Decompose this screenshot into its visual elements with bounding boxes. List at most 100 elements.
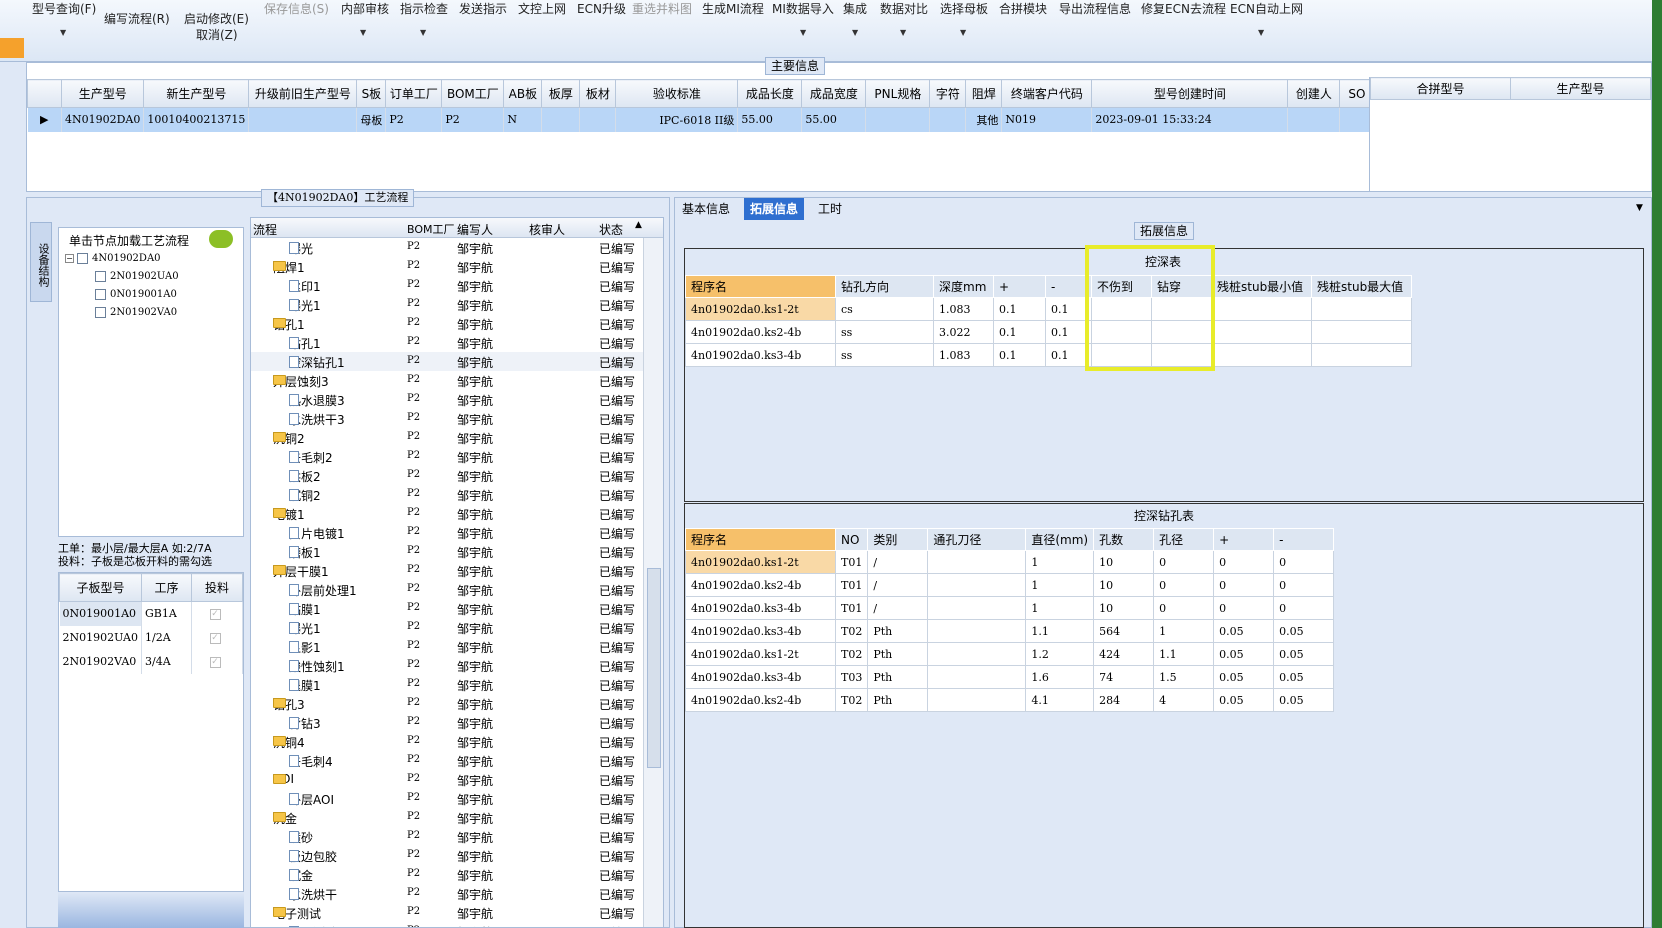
cell[interactable]: T01 <box>834 550 869 574</box>
col-header[interactable]: S板 <box>356 79 387 108</box>
cell[interactable]: Pth <box>867 665 929 689</box>
chevron-down-icon[interactable]: ▼ <box>1258 28 1264 37</box>
checkbox[interactable]: ✓ <box>191 601 243 626</box>
cell[interactable]: 4n01902da0.ks1-2t <box>685 297 836 321</box>
table-row[interactable]: 2N01902VA0 3/4A ✓ <box>59 649 243 674</box>
process-row[interactable]: 电子测试P2邹宇航已编写 <box>251 922 663 927</box>
col-header[interactable]: 工序 <box>141 573 192 602</box>
process-row[interactable]: 退膜1 P2 邹宇航 已编写 <box>251 675 663 694</box>
cell[interactable]: T02 <box>834 642 869 666</box>
process-row[interactable]: 钻孔1 P2 邹宇航 已编写 <box>251 333 663 352</box>
reselect-map-button[interactable]: 重选并料图 <box>632 0 692 17</box>
cell[interactable]: 2N01902VA0 <box>59 649 142 674</box>
process-row[interactable]: 贴膜1 P2 邹宇航 已编写 <box>251 599 663 618</box>
process-row[interactable]: −阻焊1 P2 邹宇航 已编写 <box>251 257 663 276</box>
process-row[interactable]: 丝印1 P2 邹宇航 已编写 <box>251 276 663 295</box>
col-header[interactable]: - <box>1045 275 1092 298</box>
chevron-down-icon[interactable]: ▼ <box>60 28 66 37</box>
cell[interactable] <box>1311 320 1412 344</box>
chevron-down-icon[interactable]: ▼ <box>360 28 366 37</box>
process-row[interactable]: 水洗烘干 P2 邹宇航 已编写 <box>251 884 663 903</box>
col-header[interactable]: 创建人 <box>1287 79 1341 108</box>
col-header[interactable]: 通孔刀径 <box>927 528 1027 551</box>
cell[interactable]: 0.05 <box>1213 665 1275 689</box>
table-row[interactable]: 4n01902da0.ks2-4b ss 3.022 0.1 0.1 <box>685 320 1412 344</box>
cell[interactable]: 0.1 <box>993 343 1046 367</box>
process-row[interactable]: 去毛刺4 P2 邹宇航 已编写 <box>251 751 663 770</box>
cell[interactable]: 其他 <box>965 107 1003 132</box>
checkbox[interactable] <box>95 289 106 300</box>
cell[interactable]: 1.083 <box>933 297 994 321</box>
checkbox[interactable] <box>95 307 106 318</box>
cell[interactable]: 0 <box>1273 573 1335 597</box>
cell[interactable]: 1 <box>1025 596 1095 620</box>
tab-basic-info[interactable]: 基本信息 <box>676 198 736 220</box>
integrate-button[interactable]: 集成 <box>843 0 867 17</box>
col-header[interactable]: 新生产型号 <box>143 79 250 108</box>
cell[interactable] <box>929 107 967 132</box>
col-header[interactable]: 成品宽度 <box>801 79 867 108</box>
model-query-button[interactable]: 型号查询(F) <box>32 0 96 17</box>
tree-child[interactable]: 2N01902UA0 <box>95 271 179 282</box>
cell[interactable]: 4n01902da0.ks3-4b <box>685 596 836 620</box>
cell[interactable]: T01 <box>834 573 869 597</box>
col-header[interactable]: BOM工厂 <box>407 221 455 237</box>
process-row[interactable]: −AOI P2 邹宇航 已编写 <box>251 770 663 789</box>
cell[interactable]: 0N019001A0 <box>59 601 142 626</box>
col-header[interactable]: 编写人 <box>457 221 493 238</box>
cell[interactable]: 0.05 <box>1273 642 1335 666</box>
table-row[interactable]: 0N019001A0 GB1A ✓ <box>59 601 243 626</box>
scroll-up-icon[interactable]: ▲ <box>635 220 642 230</box>
cell[interactable]: T02 <box>834 619 869 643</box>
col-header[interactable]: 终端客户代码 <box>1001 79 1093 108</box>
col-header[interactable]: + <box>1213 528 1275 551</box>
cell[interactable]: P2 <box>441 107 505 132</box>
tree-child[interactable]: 2N01902VA0 <box>95 307 177 318</box>
cell[interactable]: / <box>867 573 929 597</box>
tree-child[interactable]: 0N019001A0 <box>95 289 177 300</box>
cell[interactable]: ss <box>835 320 934 344</box>
cell[interactable]: 0.05 <box>1213 619 1275 643</box>
col-header[interactable]: BOM工厂 <box>441 79 505 108</box>
process-row[interactable]: −外层干膜1 P2 邹宇航 已编写 <box>251 561 663 580</box>
fix-ecn-flow-button[interactable]: 修复ECN去流程 <box>1141 0 1226 17</box>
write-flow-button[interactable]: 编写流程(R) <box>104 10 170 27</box>
col-header[interactable]: 订单工厂 <box>385 79 443 108</box>
cell[interactable] <box>927 619 1027 643</box>
col-header[interactable]: 子板型号 <box>59 573 142 602</box>
col-header[interactable]: 生产型号 <box>1510 77 1651 100</box>
ecn-upgrade-button[interactable]: ECN升级 <box>577 0 626 17</box>
cell[interactable]: 4n01902da0.ks3-4b <box>685 343 836 367</box>
cell[interactable]: 4n01902da0.ks1-2t <box>685 642 836 666</box>
table-row[interactable]: ▶ 4N01902DA0 10010400213715 母板 P2 P2 N I… <box>27 107 1375 132</box>
cell[interactable]: 0 <box>1153 573 1215 597</box>
process-row[interactable]: 背钻3 P2 邹宇航 已编写 <box>251 713 663 732</box>
process-row[interactable]: −沉铜2 P2 邹宇航 已编写 <box>251 428 663 447</box>
col-header[interactable]: 字符 <box>929 79 967 108</box>
process-row[interactable]: 磨板1 P2 邹宇航 已编写 <box>251 542 663 561</box>
cell[interactable]: IPC-6018 II级 <box>615 107 739 132</box>
process-row[interactable]: −沉铜4 P2 邹宇航 已编写 <box>251 732 663 751</box>
cell[interactable] <box>1211 320 1312 344</box>
cell[interactable] <box>541 107 581 132</box>
table-row[interactable]: 4n01902da0.ks2-4b T01/1 10 0 0 0 <box>685 573 1335 597</box>
col-header[interactable]: 板厚 <box>541 79 581 108</box>
cell[interactable]: 0.1 <box>1045 343 1092 367</box>
col-header[interactable]: 孔数 <box>1093 528 1155 551</box>
cell[interactable] <box>1151 297 1212 321</box>
tree-root[interactable]: − 4N01902DA0 <box>65 253 161 264</box>
col-header[interactable]: 流程 <box>253 221 277 238</box>
cell[interactable]: 0 <box>1153 550 1215 574</box>
cell[interactable]: 0.05 <box>1273 619 1335 643</box>
chevron-down-icon[interactable]: ▼ <box>960 28 966 37</box>
col-header[interactable]: 深度mm <box>933 275 994 298</box>
col-header[interactable]: + <box>993 275 1046 298</box>
chevron-down-icon[interactable]: ▼ <box>420 28 426 37</box>
col-header[interactable]: 直径(mm) <box>1025 528 1095 551</box>
cell[interactable]: 1 <box>1025 573 1095 597</box>
col-header[interactable]: 残桩stub最小值 <box>1211 275 1312 298</box>
cell[interactable]: 10 <box>1093 596 1155 620</box>
table-row[interactable]: 4n01902da0.ks1-2t T01/1 10 0 0 0 <box>685 550 1335 574</box>
cell[interactable]: 1.1 <box>1153 642 1215 666</box>
internal-review-button[interactable]: 内部审核 <box>341 0 389 17</box>
